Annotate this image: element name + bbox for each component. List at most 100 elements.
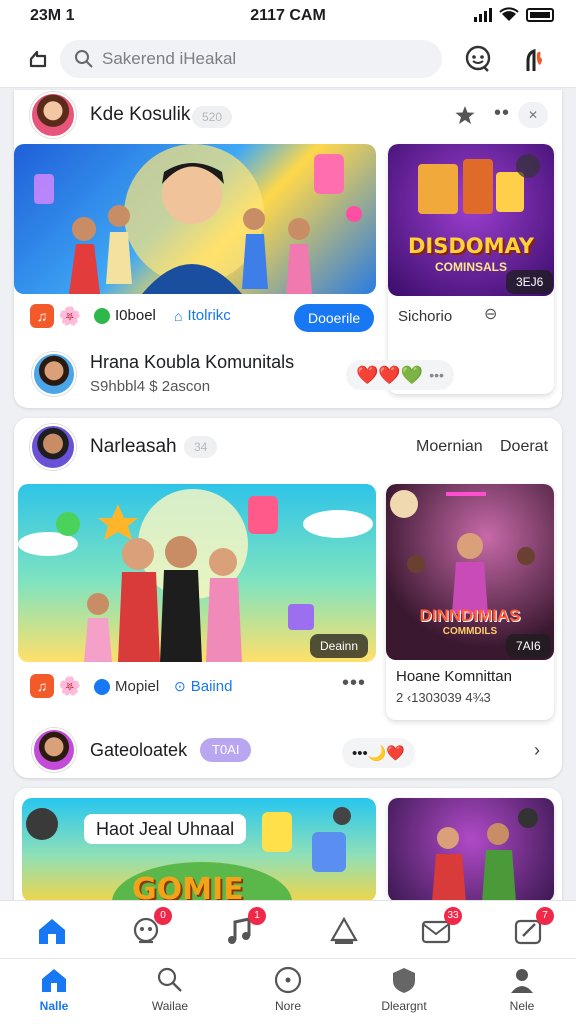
- more-reactions-icon: •••: [429, 367, 444, 383]
- side-subtitle: 2 ‹1303039 4¾3: [396, 690, 491, 705]
- house-icon: [39, 919, 65, 944]
- shield-heart-icon: [393, 968, 415, 993]
- nav-home-label: Nalle: [39, 999, 69, 1013]
- post-image[interactable]: Haot Jeal Uhnaal GOMIE: [22, 798, 376, 900]
- post-image[interactable]: [14, 144, 376, 294]
- blue-dot-icon: [94, 678, 110, 695]
- tag-1-label: I0boel: [115, 307, 156, 324]
- reaction-emojis: •••🌙❤️: [352, 745, 406, 762]
- home-icon: [42, 969, 66, 992]
- circle-dot-icon: [274, 966, 302, 994]
- avatar[interactable]: [30, 424, 76, 470]
- nav-center-label: Nore: [274, 999, 301, 1013]
- battery-icon: [526, 7, 554, 22]
- wifi-icon: [499, 7, 519, 21]
- side-card[interactable]: DINNDIMIAS COMMDILS 7AI6 Hoane Komnittan…: [386, 484, 554, 720]
- back-arrow-icon: [29, 50, 47, 68]
- status-bar: 23M 1 2117 CAM: [0, 0, 576, 32]
- emoji-icon[interactable]: 🌸: [58, 304, 82, 328]
- side-caption: Hoane Komnittan: [396, 668, 512, 685]
- header-link-1[interactable]: Moernian: [416, 438, 483, 456]
- comment-subtitle: S9hbbl4 $ 2ascon: [90, 378, 211, 395]
- action-button[interactable]: Dooerile: [294, 304, 375, 332]
- avatar[interactable]: [30, 92, 76, 138]
- tag-2[interactable]: ⌂ Itolrikc: [174, 307, 231, 324]
- home-shortcut[interactable]: [30, 909, 74, 953]
- nav-home[interactable]: Nalle: [6, 965, 102, 1023]
- post-author-name[interactable]: Kde Kosulik: [90, 104, 190, 126]
- header-link-2[interactable]: Doerat: [500, 438, 548, 456]
- profile-button[interactable]: [518, 43, 550, 75]
- reaction-emojis: ❤️❤️💚: [356, 364, 424, 385]
- nav-notifications-label: Dleargnt: [381, 999, 427, 1013]
- search-bar[interactable]: [60, 40, 442, 78]
- performers-art: [432, 808, 538, 900]
- clock-icon: ⊙: [174, 678, 186, 694]
- music-app-icon[interactable]: ♫: [30, 304, 54, 328]
- top-bar: [0, 32, 576, 88]
- events-shortcut[interactable]: [322, 909, 366, 953]
- more-options-icon[interactable]: ••: [494, 102, 510, 125]
- tag-1-label: Mopiel: [115, 678, 160, 695]
- game-title: DISDOMAY: [408, 234, 534, 258]
- tag-1[interactable]: I0boel: [94, 307, 156, 324]
- commenter-avatar[interactable]: [32, 352, 76, 396]
- save-icon[interactable]: ⊖: [484, 304, 497, 324]
- person-icon: [511, 969, 533, 993]
- post-image[interactable]: Deainn: [18, 484, 376, 662]
- footer-name[interactable]: Gateoloatek: [90, 740, 187, 761]
- more-options-icon[interactable]: •••: [342, 672, 366, 695]
- chevron-right-icon[interactable]: ›: [534, 740, 540, 761]
- tag-2[interactable]: ⊙ Baiind: [174, 678, 232, 695]
- side-caption: Sichorio: [398, 308, 453, 325]
- back-button[interactable]: [22, 44, 52, 74]
- tag-2-label: Itolrikc: [187, 307, 231, 324]
- star-icon[interactable]: [454, 104, 476, 126]
- home-small-icon: ⌂: [174, 307, 183, 324]
- footer-pill: T0AI: [200, 738, 252, 762]
- search-people-icon: [157, 967, 182, 992]
- post-title-chip[interactable]: Haot Jeal Uhnaal: [84, 814, 247, 844]
- notification-badge: 0: [154, 907, 172, 925]
- comment-title[interactable]: Hrana Koubla Komunitals: [90, 352, 294, 373]
- search-icon: [75, 50, 93, 68]
- nav-notifications[interactable]: Dleargnt: [356, 965, 452, 1023]
- messages-shortcut[interactable]: 33: [414, 907, 462, 953]
- chat-smile-icon: [465, 45, 491, 72]
- music-app-icon[interactable]: ♫: [30, 674, 54, 698]
- commenter-avatar[interactable]: [32, 728, 76, 772]
- music-shortcut[interactable]: 1: [218, 907, 266, 953]
- post-author-name[interactable]: Narleasah: [90, 436, 177, 458]
- reactions-pill[interactable]: •••🌙❤️: [342, 738, 416, 768]
- side-card[interactable]: [388, 798, 554, 900]
- notification-badge: 1: [248, 907, 266, 925]
- nav-profile[interactable]: Nele: [474, 965, 570, 1023]
- green-dot-icon: [94, 307, 110, 324]
- tag-1[interactable]: Mopiel: [94, 678, 159, 695]
- person-flame-icon: [526, 48, 542, 71]
- nav-watch[interactable]: Wailae: [122, 965, 218, 1023]
- side-card[interactable]: DISDOMAY COMINSALS 3EJ6 Sichorio ⊖: [388, 144, 554, 394]
- messenger-button[interactable]: [462, 43, 494, 75]
- close-icon[interactable]: ✕: [518, 102, 548, 128]
- search-input[interactable]: [102, 49, 402, 69]
- shortcut-bar: 0 1 33 7: [0, 900, 576, 958]
- people-illustration: [34, 144, 362, 294]
- post-header: Kde Kosulik 520 •• ✕: [14, 90, 562, 144]
- nav-center[interactable]: Nore: [240, 965, 336, 1023]
- concert-badge: 7AI6: [506, 634, 551, 658]
- bottom-nav: Nalle Wailae Nore Dleargnt Nele: [0, 958, 576, 1024]
- nav-profile-label: Nele: [509, 999, 535, 1013]
- notes-shortcut[interactable]: 7: [506, 907, 554, 953]
- emoji-icon[interactable]: 🌸: [58, 674, 82, 698]
- tag-2-label: Baiind: [190, 678, 233, 695]
- nav-watch-label: Wailae: [151, 999, 189, 1013]
- feed[interactable]: Kde Kosulik 520 •• ✕ DISDOMAY COMINSALS …: [0, 88, 576, 900]
- groups-shortcut[interactable]: 0: [124, 907, 172, 953]
- video-badge: Deainn: [310, 634, 369, 658]
- notification-badge: 33: [444, 907, 462, 925]
- game-logo-text: GOMIE: [132, 872, 244, 900]
- tent-icon: [330, 916, 358, 944]
- concert-thumbnail: DINNDIMIAS COMMDILS 7AI6: [386, 484, 554, 660]
- reactions-pill[interactable]: ❤️❤️💚 •••: [346, 360, 454, 390]
